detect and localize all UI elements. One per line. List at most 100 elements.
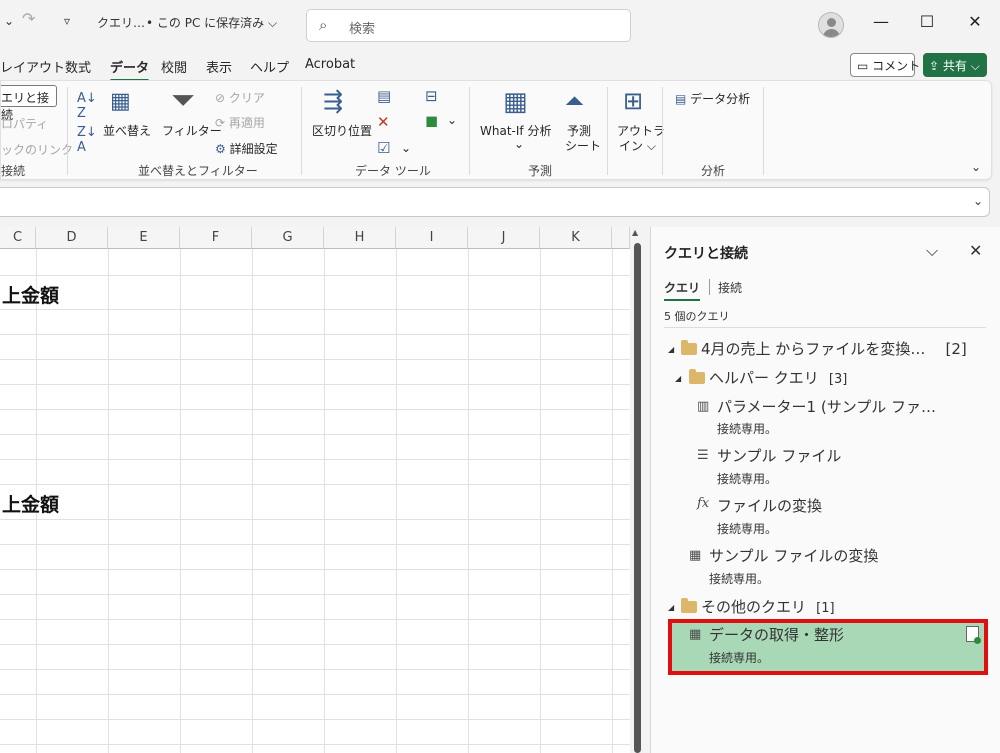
outline-icon[interactable]: ⊞: [623, 87, 643, 115]
column-header-f[interactable]: F: [180, 227, 252, 249]
table-icon: ▦: [689, 548, 702, 563]
tab-layout[interactable]: レイアウト: [0, 57, 65, 76]
advanced-filter-button[interactable]: ⚙ 詳細設定: [215, 140, 278, 157]
filter-icon[interactable]: ⏷: [171, 83, 195, 118]
clear-button[interactable]: ⊘ クリア: [215, 89, 265, 106]
query-group-helper[interactable]: ヘルパー クエリ [3]: [709, 367, 847, 388]
worksheet-grid[interactable]: C D E F G H I J K 上金額 上金額: [0, 227, 630, 753]
queries-connections-button[interactable]: エリと接続: [1, 85, 57, 122]
scroll-up-arrow-icon[interactable]: ▲: [632, 228, 638, 237]
expand-formula-bar-button[interactable]: ⌄: [973, 194, 983, 208]
grid-line: [0, 359, 630, 360]
expand-caret-icon[interactable]: ◢: [668, 603, 674, 612]
query-item-sample-file[interactable]: サンプル ファイル: [717, 445, 841, 466]
column-header-d[interactable]: D: [36, 227, 108, 249]
document-refresh-icon[interactable]: [966, 626, 981, 644]
minimize-button[interactable]: —: [866, 12, 896, 31]
text-to-columns-icon[interactable]: ⇶: [323, 87, 343, 115]
pane-close-icon[interactable]: ✕: [969, 241, 982, 260]
grid-line: [0, 484, 630, 485]
grid-line: [540, 249, 541, 753]
query-group-april-sales[interactable]: 4月の売上 からファイルを変換… [2]: [701, 338, 967, 359]
close-button[interactable]: ✕: [960, 12, 990, 31]
filter-button[interactable]: フィルター: [162, 122, 222, 139]
tab-review[interactable]: 校閲: [161, 57, 187, 76]
ribbon-separator: [662, 87, 663, 175]
grid-line: [0, 669, 630, 670]
data-model-dropdown[interactable]: ⌄: [447, 113, 457, 127]
save-status[interactable]: • この PC に保存済み ⌵: [146, 14, 277, 31]
maximize-button[interactable]: ☐: [912, 12, 942, 31]
query-group-other[interactable]: その他のクエリ [1]: [701, 596, 835, 617]
flash-fill-icon[interactable]: ▤: [377, 87, 391, 105]
document-name[interactable]: クエリ…: [97, 14, 145, 31]
properties-button[interactable]: ロパティ: [1, 115, 48, 132]
search-box[interactable]: ⌕ 検索: [306, 9, 631, 42]
user-avatar[interactable]: [818, 12, 844, 38]
pane-options-chevron-icon[interactable]: ⌵: [926, 241, 938, 261]
column-header-e[interactable]: E: [108, 227, 180, 249]
sort-button[interactable]: 並べ替え: [103, 122, 151, 139]
remove-duplicates-icon[interactable]: ✕: [377, 113, 390, 131]
column-header-c[interactable]: C: [0, 227, 36, 249]
ribbon-separator: [607, 87, 608, 175]
ribbon-separator: [67, 87, 68, 175]
sort-icon[interactable]: ▦: [110, 89, 131, 114]
folder-icon: [681, 340, 697, 355]
what-if-icon[interactable]: ▦: [503, 87, 528, 117]
tab-view[interactable]: 表示: [206, 57, 232, 76]
query-item-transform-file[interactable]: ファイルの変換: [717, 495, 822, 516]
consolidate-icon[interactable]: ⊟: [425, 87, 438, 105]
query-name: サンプル ファイルの変換: [709, 547, 879, 565]
column-header-l[interactable]: [612, 227, 630, 249]
data-model-icon[interactable]: ◼: [425, 111, 438, 130]
column-header-h[interactable]: H: [324, 227, 396, 249]
data-validation-dropdown[interactable]: ⌄: [401, 141, 411, 155]
cell-sales-amount-title-1[interactable]: 上金額: [2, 281, 59, 308]
query-item-parameter[interactable]: パラメーター1 (サンプル ファ…: [717, 396, 936, 417]
cell-sales-amount-title-2[interactable]: 上金額: [2, 490, 59, 517]
what-if-dropdown[interactable]: ⌄: [514, 137, 524, 151]
outline-label-2[interactable]: イン ⌵: [619, 137, 656, 154]
grid-line: [180, 249, 181, 753]
tab-queries[interactable]: クエリ: [664, 279, 701, 301]
text-to-columns-button[interactable]: 区切り位置: [312, 122, 372, 139]
quick-access-menu-icon[interactable]: ▿: [64, 14, 70, 28]
group-forecast-label: 予測: [528, 164, 553, 178]
grid-line: [108, 249, 109, 753]
grid-line: [0, 434, 630, 435]
tab-data[interactable]: データ: [110, 57, 150, 82]
undo-dropdown-icon[interactable]: ⌄: [4, 14, 14, 28]
data-analysis-button[interactable]: ▤ データ分析: [675, 90, 750, 107]
column-header-k[interactable]: K: [540, 227, 612, 249]
expand-caret-icon[interactable]: ◢: [675, 374, 681, 383]
group-connections-label: 接続: [1, 164, 26, 178]
sort-az-icon[interactable]: A↓ Z: [77, 91, 97, 121]
tab-help[interactable]: ヘルプ: [250, 57, 289, 76]
forecast-sheet-icon[interactable]: ⏶: [565, 87, 584, 115]
expand-caret-icon[interactable]: ◢: [668, 345, 674, 354]
data-validation-icon[interactable]: ☑: [377, 139, 390, 157]
column-header-i[interactable]: I: [396, 227, 468, 249]
redo-icon[interactable]: ↷: [22, 9, 35, 28]
collapse-ribbon-button[interactable]: ⌄: [971, 160, 981, 174]
tab-acrobat[interactable]: Acrobat: [305, 57, 355, 72]
avatar-head-shape: [827, 18, 836, 27]
sort-za-icon[interactable]: Z↓ A: [77, 125, 97, 155]
group-data-tools-label: データ ツール: [355, 164, 431, 178]
vertical-scrollbar-thumb[interactable]: [634, 243, 641, 753]
reapply-button[interactable]: ⟳ 再適用: [215, 114, 265, 131]
query-item-get-transform[interactable]: データの取得・整形: [709, 624, 844, 645]
column-header-j[interactable]: J: [468, 227, 540, 249]
query-item-transform-sample-file[interactable]: サンプル ファイルの変換: [709, 545, 878, 566]
share-label: 共有 ⌵: [942, 59, 980, 73]
group-sort-filter-label: 並べ替えとフィルター: [138, 164, 258, 178]
formula-bar[interactable]: ⌄: [0, 187, 990, 217]
forecast-sheet-label-2[interactable]: シート: [565, 137, 601, 154]
share-button[interactable]: ⇪ 共有 ⌵: [923, 53, 987, 77]
column-header-g[interactable]: G: [252, 227, 324, 249]
edit-links-button[interactable]: ックのリンク: [1, 141, 73, 158]
tab-connections[interactable]: 接続: [718, 279, 742, 296]
comments-button[interactable]: ▭ コメント: [850, 53, 920, 77]
tab-formulas[interactable]: 数式: [65, 57, 91, 76]
